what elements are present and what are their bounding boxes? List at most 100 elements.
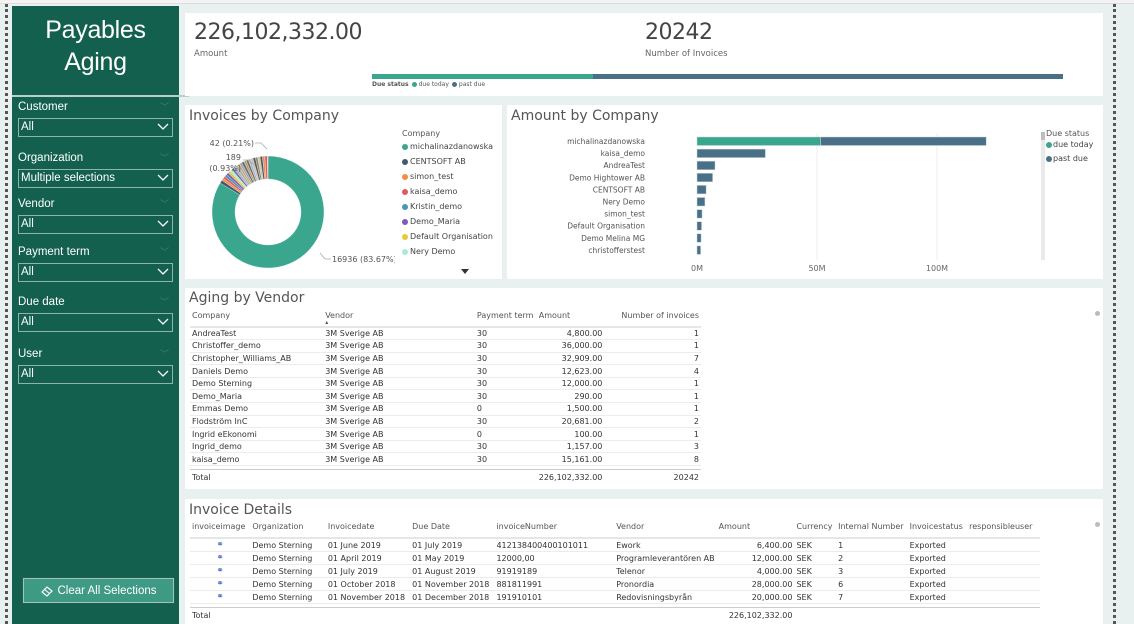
invoice-image-cell[interactable]: ⚭ (190, 577, 251, 591)
clear-all-selections-button[interactable]: Clear All Selections (23, 578, 174, 603)
legend-title: Due status (372, 81, 409, 88)
slicer-organization: Organization ﹀ Multiple selections (18, 151, 173, 188)
slicer-dropdown[interactable]: All (18, 263, 173, 282)
table-row[interactable]: Flodström InC 3M Sverige AB 30 20,681.00 2 (190, 415, 701, 429)
column-header-invoicenumber[interactable]: invoiceNumber (494, 522, 615, 539)
legend-scrollbar[interactable] (1041, 132, 1045, 260)
bar-past-due[interactable] (696, 209, 703, 219)
due-today-segment[interactable] (372, 74, 594, 79)
bar-legend-past-due[interactable]: past due (1046, 152, 1093, 166)
category-label: kaisa_demo (601, 149, 646, 158)
bar-legend-due-today[interactable]: due today (1046, 138, 1093, 152)
slicer-dropdown[interactable]: All (18, 215, 173, 234)
link-icon[interactable]: ⚭ (216, 592, 224, 602)
legend-scroll-down-icon[interactable] (461, 269, 469, 275)
column-header-payment-term[interactable]: Payment term (474, 311, 537, 328)
table-row[interactable]: AndreaTest 3M Sverige AB 30 4,800.00 1 (190, 327, 701, 341)
column-header-internal-number[interactable]: Internal Number (836, 522, 908, 539)
column-header-invoicedate[interactable]: Invoicedate (325, 522, 411, 539)
bar-past-due[interactable] (696, 173, 713, 183)
collapse-chevron-icon[interactable]: ﹀ (160, 245, 169, 259)
link-icon[interactable]: ⚭ (216, 579, 224, 589)
table-row[interactable]: Emmas Demo 3M Sverige AB 0 1,500.00 1 (190, 402, 701, 416)
bar-past-due[interactable] (696, 160, 716, 170)
column-header-amount[interactable]: Amount (716, 522, 795, 539)
invoices-kpi-value: 20242 (645, 20, 713, 45)
table-cell: Exported (907, 577, 968, 591)
table-row[interactable]: Daniels Demo 3M Sverige AB 30 12,623.00 4 (190, 364, 701, 378)
table-cell: 0 (474, 427, 537, 441)
leader-line (319, 252, 331, 260)
invoice-scroll-indicator[interactable] (1095, 522, 1100, 527)
link-icon[interactable]: ⚭ (216, 553, 224, 563)
collapse-chevron-icon[interactable]: ﹀ (160, 197, 169, 211)
donut-legend-item[interactable]: kaisa_demo (402, 184, 493, 199)
table-cell (967, 538, 1040, 552)
table-row[interactable]: ⚭ Demo Sterning 01 June 2019 01 July 2019 41… (190, 538, 1040, 552)
donut-legend-item[interactable]: Demo_Maria (402, 214, 493, 229)
collapse-chevron-icon[interactable]: ﹀ (160, 347, 169, 361)
donut-legend-item[interactable]: Nery Demo (402, 244, 493, 259)
table-row[interactable]: Christopher_Williams_AB 3M Sverige AB 30 32… (190, 352, 701, 366)
table-row[interactable]: Ingrid_demo 3M Sverige AB 30 1,157.00 3 (190, 440, 701, 454)
slicer-dropdown[interactable]: Multiple selections (18, 169, 173, 188)
bar-past-due[interactable] (820, 136, 987, 146)
past-due-segment[interactable] (593, 74, 1063, 79)
legend-label: Demo_Maria (410, 217, 460, 226)
link-icon[interactable]: ⚭ (216, 566, 224, 576)
bar-past-due[interactable] (696, 245, 701, 255)
table-row[interactable]: ⚭ Demo Sterning 01 October 2018 01 November… (190, 577, 1040, 591)
column-header-vendor[interactable]: Vendor (614, 522, 717, 539)
slicer-dropdown[interactable]: All (18, 118, 173, 137)
table-row[interactable]: ⚭ Demo Sterning 01 November 2018 01 Decembe… (190, 590, 1040, 604)
donut-legend-item[interactable]: Default Organisation (402, 229, 493, 244)
donut-legend-item[interactable]: CENTSOFT AB (402, 154, 493, 169)
table-row[interactable]: kaisa_demo 3M Sverige AB 30 15,161.00 8 (190, 452, 701, 467)
column-header-responsibleuser[interactable]: responsibleuser (967, 522, 1040, 539)
invoice-image-cell[interactable]: ⚭ (190, 564, 251, 578)
link-icon[interactable]: ⚭ (216, 540, 224, 550)
legend-past-due[interactable]: past due (451, 81, 485, 88)
table-row[interactable]: Christoffer_demo 3M Sverige AB 30 36,000.00… (190, 339, 701, 353)
legend-due-today[interactable]: due today (411, 81, 449, 88)
bar-due-today[interactable] (696, 136, 821, 146)
table-cell: 3 (836, 564, 908, 578)
aging-scroll-indicator[interactable] (1095, 311, 1100, 316)
column-header-company[interactable]: Company (190, 311, 324, 328)
invoice-image-cell[interactable]: ⚭ (190, 551, 251, 565)
donut-legend-item[interactable]: simon_test (402, 169, 493, 184)
bar-past-due[interactable] (696, 233, 702, 243)
table-row[interactable]: Demo Sterning 3M Sverige AB 30 12,000.00 1 (190, 377, 701, 391)
collapse-chevron-icon[interactable]: ﹀ (160, 100, 169, 114)
column-header-due-date[interactable]: Due Date (410, 522, 495, 539)
donut-data-label: (0.93%) (209, 164, 241, 173)
table-row[interactable]: Demo_Maria 3M Sverige AB 30 290.00 1 (190, 389, 701, 404)
donut-legend-item[interactable]: michalinazdanowska (402, 139, 493, 154)
slicer-dropdown[interactable]: All (18, 365, 173, 384)
column-header-vendor[interactable]: Vendor ▴ (323, 311, 475, 328)
donut-legend-item[interactable]: Kristin_demo (402, 199, 493, 214)
bar-past-due[interactable] (696, 221, 702, 231)
slicer-dropdown[interactable]: All (18, 313, 173, 332)
slice-42[interactable] (267, 155, 269, 180)
column-header-currency[interactable]: Currency (794, 522, 837, 539)
column-header-invoicestatus[interactable]: Invoicestatus (907, 522, 968, 539)
column-header-number-of-invoices[interactable]: Number of invoices (604, 311, 701, 328)
slicer-label: Due date ﹀ (18, 295, 169, 309)
table-row[interactable]: Ingrid eEkonomi 3M Sverige AB 0 100.00 1 (190, 427, 701, 441)
table-row[interactable]: ⚭ Demo Sterning 01 April 2019 01 May 2019 12… (190, 551, 1040, 565)
amount-by-company-panel: Amount by Company michalinazdanowska kais… (507, 105, 1103, 279)
bar-past-due[interactable] (696, 148, 766, 158)
bar-past-due[interactable] (696, 185, 707, 195)
invoice-image-cell[interactable]: ⚭ (190, 538, 251, 552)
collapse-chevron-icon[interactable]: ﹀ (160, 151, 169, 165)
column-header-amount[interactable]: Amount (536, 311, 605, 328)
collapse-chevron-icon[interactable]: ﹀ (160, 295, 169, 309)
column-header-organization[interactable]: Organization (250, 522, 326, 539)
invoice-image-cell[interactable]: ⚭ (190, 590, 251, 604)
kpi-panel: 226,102,332.00 Amount 20242 Number of In… (185, 13, 1103, 96)
table-row[interactable]: ⚭ Demo Sterning 01 July 2019 01 August 2019… (190, 564, 1040, 578)
column-header-invoiceimage[interactable]: invoiceimage (190, 522, 251, 539)
table-cell: Christopher_Williams_AB (190, 352, 324, 366)
bar-past-due[interactable] (696, 197, 706, 207)
